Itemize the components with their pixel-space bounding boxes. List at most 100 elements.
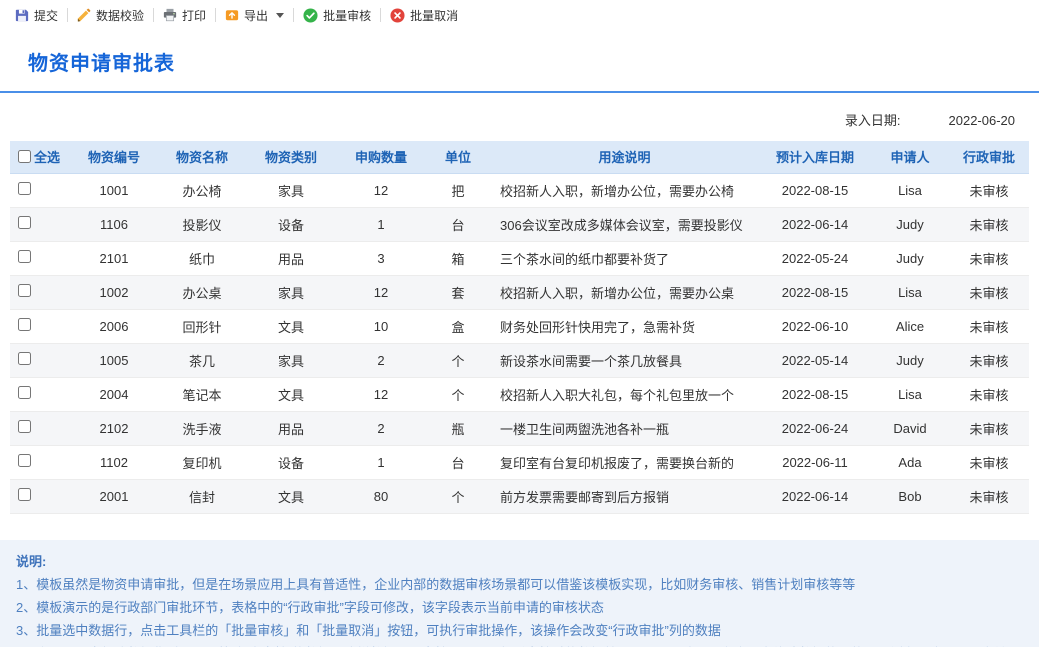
table-row[interactable]: 1002 办公桌 家具 12 套 校招新人入职，新增办公位，需要办公桌 2022…: [10, 275, 1029, 309]
row-checkbox[interactable]: [18, 216, 31, 229]
cell-material-id: 2101: [70, 241, 158, 275]
cell-approval-status[interactable]: 未审核: [949, 445, 1029, 479]
cell-expected-date: 2022-06-14: [759, 207, 871, 241]
cell-expected-date: 2022-05-24: [759, 241, 871, 275]
table-row[interactable]: 1001 办公椅 家具 12 把 校招新人入职，新增办公位，需要办公椅 2022…: [10, 173, 1029, 207]
note-line: 4、实际场景中新建数据集时可以只筛选“未审核”的数据，这样数据一旦审核，页面刷新…: [16, 642, 1021, 647]
cell-unit: 个: [426, 377, 490, 411]
cell-applicant: Alice: [871, 309, 949, 343]
pencil-ruler-icon: [77, 8, 91, 22]
row-checkbox[interactable]: [18, 420, 31, 433]
batch-approve-button[interactable]: 批量审核: [294, 0, 380, 30]
cell-usage: 校招新人入职，新增办公位，需要办公椅: [490, 173, 759, 207]
cell-quantity: 12: [336, 173, 426, 207]
save-icon: [15, 8, 29, 22]
cell-unit: 个: [426, 343, 490, 377]
note-line: 3、批量选中数据行，点击工具栏的「批量审核」和「批量取消」按钮，可执行审批操作，…: [16, 619, 1021, 642]
row-checkbox-cell: [10, 445, 70, 479]
cell-unit: 台: [426, 207, 490, 241]
cell-unit: 把: [426, 173, 490, 207]
cell-material-id: 1102: [70, 445, 158, 479]
row-checkbox[interactable]: [18, 284, 31, 297]
cell-unit: 箱: [426, 241, 490, 275]
submit-label: 提交: [34, 7, 58, 24]
table-row[interactable]: 2004 笔记本 文具 12 个 校招新人入职大礼包，每个礼包里放一个 2022…: [10, 377, 1029, 411]
row-checkbox[interactable]: [18, 352, 31, 365]
cell-category: 家具: [246, 343, 336, 377]
cell-quantity: 3: [336, 241, 426, 275]
table-row[interactable]: 1005 茶几 家具 2 个 新设茶水间需要一个茶几放餐具 2022-05-14…: [10, 343, 1029, 377]
row-checkbox[interactable]: [18, 454, 31, 467]
cell-material-id: 1002: [70, 275, 158, 309]
row-checkbox[interactable]: [18, 182, 31, 195]
row-checkbox-cell: [10, 173, 70, 207]
cell-expected-date: 2022-08-15: [759, 173, 871, 207]
row-checkbox[interactable]: [18, 318, 31, 331]
export-label: 导出: [244, 7, 268, 24]
export-button[interactable]: 导出: [216, 0, 293, 30]
row-checkbox-cell: [10, 275, 70, 309]
row-checkbox[interactable]: [18, 386, 31, 399]
batch-cancel-button[interactable]: 批量取消: [381, 0, 467, 30]
cell-expected-date: 2022-06-11: [759, 445, 871, 479]
header-material-id: 物资编号: [70, 141, 158, 173]
header-category: 物资类别: [246, 141, 336, 173]
cell-approval-status[interactable]: 未审核: [949, 411, 1029, 445]
cell-material-id: 2102: [70, 411, 158, 445]
table-row[interactable]: 2006 回形针 文具 10 盒 财务处回形针快用完了，急需补货 2022-06…: [10, 309, 1029, 343]
cell-category: 文具: [246, 309, 336, 343]
cell-category: 设备: [246, 207, 336, 241]
batch-cancel-label: 批量取消: [410, 7, 458, 24]
toolbar: 提交 数据校验 打印 导出 批量审核 批量取消: [0, 0, 1039, 30]
row-checkbox-cell: [10, 343, 70, 377]
table-row[interactable]: 2101 纸巾 用品 3 箱 三个茶水间的纸巾都要补货了 2022-05-24 …: [10, 241, 1029, 275]
cell-approval-status[interactable]: 未审核: [949, 377, 1029, 411]
print-button[interactable]: 打印: [154, 0, 215, 30]
cell-quantity: 10: [336, 309, 426, 343]
table-row[interactable]: 2102 洗手液 用品 2 瓶 一楼卫生间两盥洗池各补一瓶 2022-06-24…: [10, 411, 1029, 445]
submit-button[interactable]: 提交: [6, 0, 67, 30]
batch-approve-label: 批量审核: [323, 7, 371, 24]
cell-usage: 校招新人入职，新增办公位，需要办公桌: [490, 275, 759, 309]
cell-approval-status[interactable]: 未审核: [949, 343, 1029, 377]
cell-approval-status[interactable]: 未审核: [949, 309, 1029, 343]
select-all-label: 全选: [34, 150, 60, 165]
header-material-name: 物资名称: [158, 141, 246, 173]
cell-unit: 盒: [426, 309, 490, 343]
cell-material-name: 洗手液: [158, 411, 246, 445]
row-checkbox-cell: [10, 411, 70, 445]
cell-material-id: 2004: [70, 377, 158, 411]
cell-quantity: 1: [336, 445, 426, 479]
cell-material-id: 1001: [70, 173, 158, 207]
cell-material-name: 信封: [158, 479, 246, 513]
entry-date-label: 录入日期:: [845, 113, 901, 128]
cell-approval-status[interactable]: 未审核: [949, 275, 1029, 309]
cell-material-id: 2006: [70, 309, 158, 343]
table-row[interactable]: 2001 信封 文具 80 个 前方发票需要邮寄到后方报销 2022-06-14…: [10, 479, 1029, 513]
table-row[interactable]: 1106 投影仪 设备 1 台 306会议室改成多媒体会议室，需要投影仪 202…: [10, 207, 1029, 241]
entry-date: 录入日期:2022-06-20: [0, 110, 1015, 129]
cell-quantity: 2: [336, 343, 426, 377]
cell-quantity: 1: [336, 207, 426, 241]
select-all-checkbox[interactable]: [18, 150, 31, 163]
cell-approval-status[interactable]: 未审核: [949, 241, 1029, 275]
print-label: 打印: [182, 7, 206, 24]
table-row[interactable]: 1102 复印机 设备 1 台 复印室有台复印机报废了，需要换台新的 2022-…: [10, 445, 1029, 479]
cell-approval-status[interactable]: 未审核: [949, 479, 1029, 513]
cell-category: 用品: [246, 241, 336, 275]
row-checkbox[interactable]: [18, 250, 31, 263]
cell-unit: 个: [426, 479, 490, 513]
data-validate-button[interactable]: 数据校验: [68, 0, 153, 30]
row-checkbox-cell: [10, 207, 70, 241]
cell-usage: 306会议室改成多媒体会议室，需要投影仪: [490, 207, 759, 241]
row-checkbox[interactable]: [18, 488, 31, 501]
cell-category: 文具: [246, 479, 336, 513]
cell-applicant: Judy: [871, 241, 949, 275]
cell-approval-status[interactable]: 未审核: [949, 173, 1029, 207]
cell-approval-status[interactable]: 未审核: [949, 207, 1029, 241]
cell-usage: 财务处回形针快用完了，急需补货: [490, 309, 759, 343]
table-body: 1001 办公椅 家具 12 把 校招新人入职，新增办公位，需要办公椅 2022…: [10, 173, 1029, 513]
page-title: 物资申请审批表: [28, 47, 1039, 76]
cell-applicant: Ada: [871, 445, 949, 479]
note-line: 2、模板演示的是行政部门审批环节，表格中的“行政审批”字段可修改，该字段表示当前…: [16, 596, 1021, 619]
